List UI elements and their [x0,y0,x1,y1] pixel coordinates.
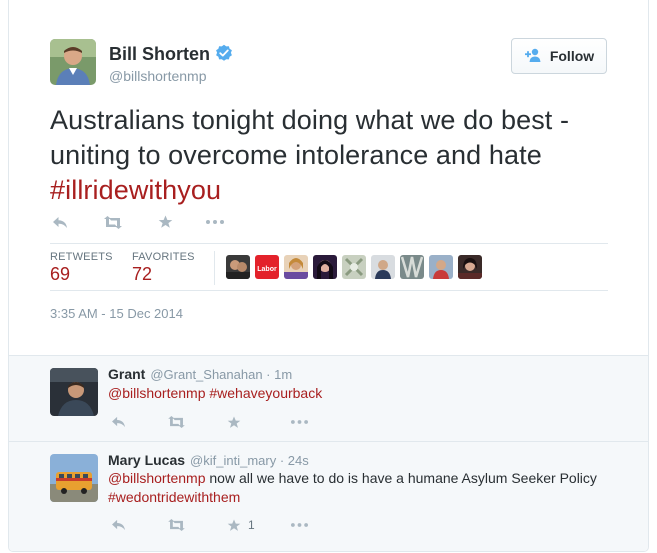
reply-text: @billshortenmp #wehaveyourback [108,384,628,403]
favoriter-avatar[interactable] [458,255,482,279]
reply-icon[interactable] [108,412,128,432]
favoriter-avatar[interactable]: Labor [255,255,279,279]
author-name[interactable]: Bill Shorten [109,44,210,65]
tweet-card: Bill Shorten @billshortenmp Follow Austr… [8,0,649,552]
reply-icon[interactable] [50,212,70,232]
favoriter-avatar[interactable] [429,255,453,279]
verified-icon [215,44,233,62]
author-avatar[interactable] [50,39,96,85]
reply-hashtag-link[interactable]: #wedontridewiththem [108,489,240,505]
favorite-icon[interactable] [224,515,244,535]
favoriters-avatars: Labor [226,255,482,279]
retweet-icon[interactable] [166,412,186,432]
favorite-count[interactable]: 1 [248,518,255,532]
reply-header: Mary Lucas @kif_inti_mary · 24s [108,452,309,468]
favoriter-avatar[interactable] [284,255,308,279]
reply-body: now all we have to do is have a humane A… [209,470,597,486]
reply-author-handle[interactable]: @kif_inti_mary · 24s [190,453,309,468]
divider [50,243,608,244]
reply-mention-link[interactable]: @billshortenmp [108,470,205,486]
favoriter-avatar[interactable] [226,255,250,279]
reply-divider [9,441,648,442]
reply-icon[interactable] [108,515,128,535]
reply-author-name[interactable]: Grant [108,366,145,382]
tweet-timestamp[interactable]: 3:35 AM - 15 Dec 2014 [50,306,183,321]
favorites-count[interactable]: 72 [132,264,152,285]
favoriter-avatar[interactable] [371,255,395,279]
reply-avatar[interactable] [50,368,98,416]
labor-logo-text: Labor [257,266,277,273]
retweet-icon[interactable] [103,212,123,232]
favorite-icon[interactable] [224,412,244,432]
follow-button[interactable]: Follow [511,38,607,74]
reply-text: @billshortenmp now all we have to do is … [108,469,628,507]
favorite-icon[interactable] [155,212,175,232]
favoriter-avatar[interactable] [400,255,424,279]
favoriter-avatar[interactable] [342,255,366,279]
author-handle[interactable]: @billshortenmp [109,68,206,84]
retweets-label: RETWEETS [50,251,113,263]
reply-actions [108,412,309,432]
tweet-body: Australians tonight doing what we do bes… [50,105,570,170]
favoriter-avatar[interactable] [313,255,337,279]
reply-author-handle[interactable]: @Grant_Shanahan · 1m [150,367,292,382]
reply-header: Grant @Grant_Shanahan · 1m [108,366,292,382]
reply-mention-link[interactable]: @billshortenmp [108,385,205,401]
tweet-actions [50,210,225,234]
tweet-hashtag-link[interactable]: #illridewithyou [50,175,221,205]
reply-author-name[interactable]: Mary Lucas [108,452,185,468]
reply-avatar[interactable] [50,454,98,502]
more-icon[interactable] [289,412,309,432]
more-icon[interactable] [290,515,310,535]
follow-person-icon [524,47,544,66]
retweet-icon[interactable] [166,515,186,535]
retweets-count[interactable]: 69 [50,264,70,285]
favorites-label: FAVORITES [132,251,195,263]
divider [50,290,608,291]
stats-divider-vertical [214,251,215,285]
tweet-text: Australians tonight doing what we do bes… [50,103,610,208]
reply-hashtag-link[interactable]: #wehaveyourback [209,385,322,401]
follow-label: Follow [549,48,595,64]
more-icon[interactable] [205,212,225,232]
reply-actions: 1 [108,515,310,535]
